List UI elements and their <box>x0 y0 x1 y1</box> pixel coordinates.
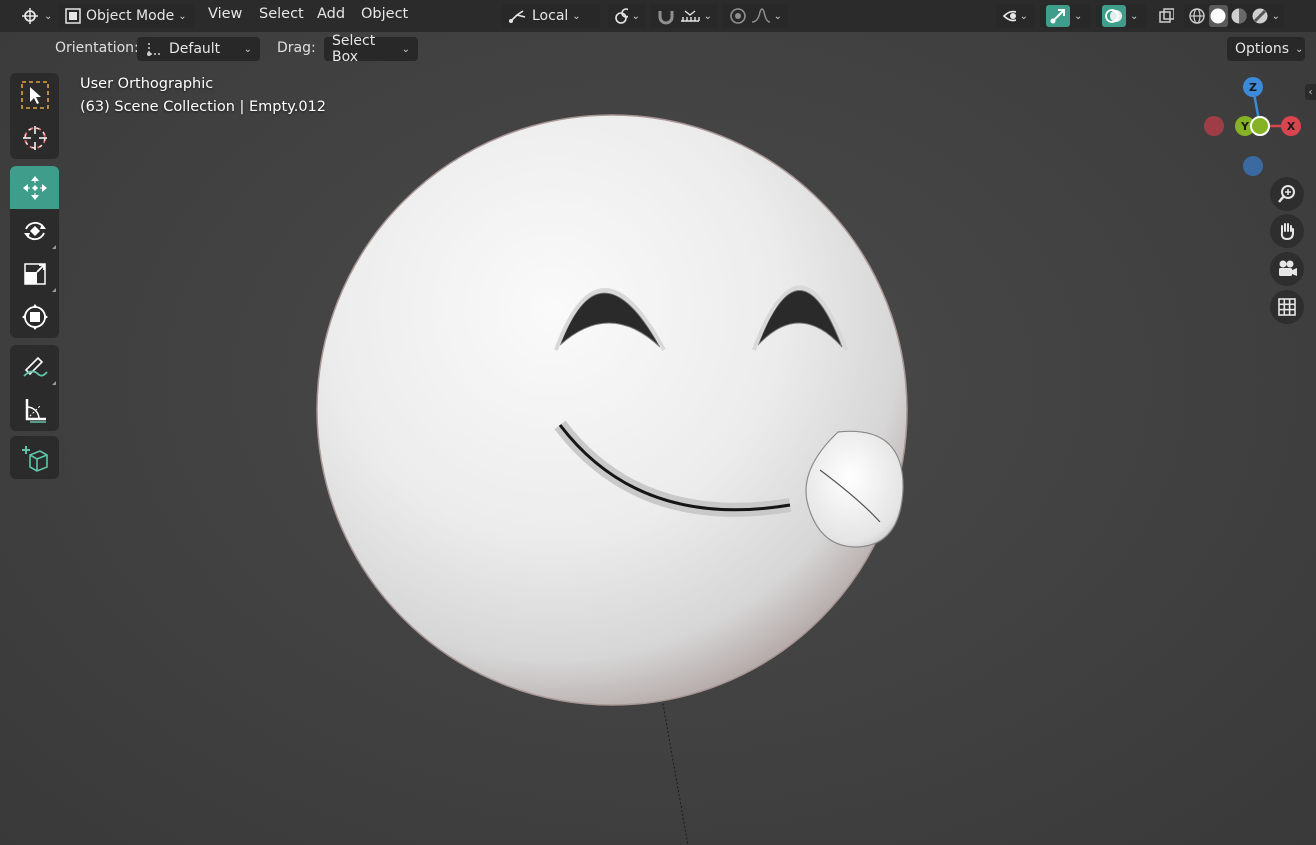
shading-mode-buttons: ⌄ <box>1184 4 1284 28</box>
collection-info-label: (63) Scene Collection | Empty.012 <box>80 99 326 115</box>
viewport-editor-icon <box>22 8 38 24</box>
visibility-dropdown[interactable]: ⌄ <box>996 4 1034 28</box>
proportional-editing-controls[interactable]: ⌄ <box>722 4 788 28</box>
cursor-icon[interactable] <box>10 116 59 159</box>
editor-type-button[interactable]: ⌄ <box>14 4 58 28</box>
navigation-gizmo[interactable]: Z X Y <box>1200 74 1310 184</box>
menu-add[interactable]: Add <box>317 6 345 22</box>
transform-icon[interactable] <box>10 295 59 338</box>
rendered-shading-icon[interactable] <box>1251 5 1270 27</box>
solid-shading-icon[interactable] <box>1208 5 1228 27</box>
toolbox-group-select <box>10 73 59 159</box>
grid-icon[interactable] <box>1270 290 1304 324</box>
overlays-toggle[interactable]: ⌄ <box>1096 4 1146 28</box>
snap-increment-icon <box>680 10 700 22</box>
gizmo-icon <box>1046 5 1070 27</box>
toolbox-group-transform <box>10 166 59 338</box>
chevron-down-icon: ⌄ <box>703 10 712 22</box>
viewport-header: ⌄ Object Mode ⌄ View Select Add Object L… <box>0 0 1316 32</box>
zoom-icon[interactable] <box>1270 177 1304 211</box>
menu-select[interactable]: Select <box>259 6 304 22</box>
drag-value: Select Box <box>332 33 376 65</box>
chevron-down-icon: ⌄ <box>243 43 252 55</box>
gizmo-neg-z-axis[interactable] <box>1243 156 1263 176</box>
chevron-down-icon: ⌄ <box>1295 43 1304 55</box>
gizmo-neg-x-axis[interactable] <box>1204 116 1224 136</box>
add-cube-icon[interactable] <box>10 436 59 479</box>
chevron-down-icon: ⌄ <box>773 10 782 22</box>
options-dropdown[interactable]: Options ⌄ <box>1227 37 1305 61</box>
camera-icon[interactable] <box>1270 252 1304 286</box>
mode-selector[interactable]: Object Mode ⌄ <box>58 4 194 28</box>
toolbox-group-add <box>10 436 59 479</box>
snapping-controls[interactable]: ⌄ <box>650 4 718 28</box>
scale-icon[interactable] <box>10 252 59 295</box>
pivot-point-dropdown[interactable]: ⌄ <box>608 4 646 28</box>
object-mode-icon <box>65 8 81 24</box>
menu-object[interactable]: Object <box>361 6 408 22</box>
xray-toggle[interactable] <box>1152 4 1180 28</box>
pivot-icon <box>615 8 628 24</box>
3d-viewport[interactable]: User Orthographic (63) Scene Collection … <box>0 0 1316 845</box>
chevron-down-icon: ⌄ <box>1130 10 1139 22</box>
snap-magnet-icon <box>658 11 674 25</box>
orientation-label: Orientation: <box>55 40 139 56</box>
gizmo-toggle[interactable]: ⌄ <box>1040 4 1090 28</box>
select-box-icon[interactable] <box>10 73 59 116</box>
options-label: Options <box>1235 41 1290 57</box>
gizmo-x-axis[interactable]: X <box>1281 116 1301 136</box>
measure-icon[interactable] <box>10 388 59 431</box>
move-icon[interactable] <box>10 166 59 209</box>
orientation-label: Local <box>532 8 569 24</box>
eye-selectability-icon <box>1002 10 1016 22</box>
gizmo-z-axis[interactable]: Z <box>1243 77 1263 97</box>
smiley-emoji-model[interactable] <box>0 0 1316 845</box>
wireframe-shading-icon[interactable] <box>1188 5 1207 27</box>
orientation-value: Default <box>169 41 221 57</box>
overlays-icon <box>1102 5 1126 27</box>
drag-dropdown[interactable]: Select Box ⌄ <box>324 33 418 65</box>
chevron-down-icon: ⌄ <box>1074 10 1083 22</box>
mode-label: Object Mode <box>86 8 175 24</box>
chevron-down-icon: ⌄ <box>1019 10 1028 22</box>
proportional-edit-icon <box>730 8 746 24</box>
transform-orientation-dropdown[interactable]: Local ⌄ <box>502 4 600 28</box>
xray-icon <box>1159 8 1174 23</box>
drag-label: Drag: <box>277 40 316 56</box>
chevron-down-icon: ⌄ <box>401 43 410 55</box>
menu-view[interactable]: View <box>208 6 242 22</box>
chevron-down-icon: ⌄ <box>631 10 640 22</box>
local-orientation-icon <box>509 10 526 23</box>
chevron-down-icon: ⌄ <box>178 10 187 22</box>
gizmo-center-y[interactable] <box>1250 116 1270 136</box>
sidebar-toggle-icon[interactable]: ‹ <box>1305 84 1316 100</box>
orientation-axes-icon <box>147 43 161 56</box>
toolbox-group-annotate <box>10 345 59 431</box>
chevron-down-icon: ⌄ <box>572 10 581 22</box>
chevron-down-icon: ⌄ <box>44 10 53 22</box>
chevron-down-icon: ⌄ <box>1271 10 1281 22</box>
orientation-dropdown[interactable]: Default ⌄ <box>137 37 260 61</box>
pan-hand-icon[interactable] <box>1270 214 1304 248</box>
view-name-label: User Orthographic <box>80 76 214 92</box>
material-preview-shading-icon[interactable] <box>1230 5 1249 27</box>
falloff-curve-icon <box>751 8 770 23</box>
rotate-icon[interactable] <box>10 209 59 252</box>
annotate-icon[interactable] <box>10 345 59 388</box>
